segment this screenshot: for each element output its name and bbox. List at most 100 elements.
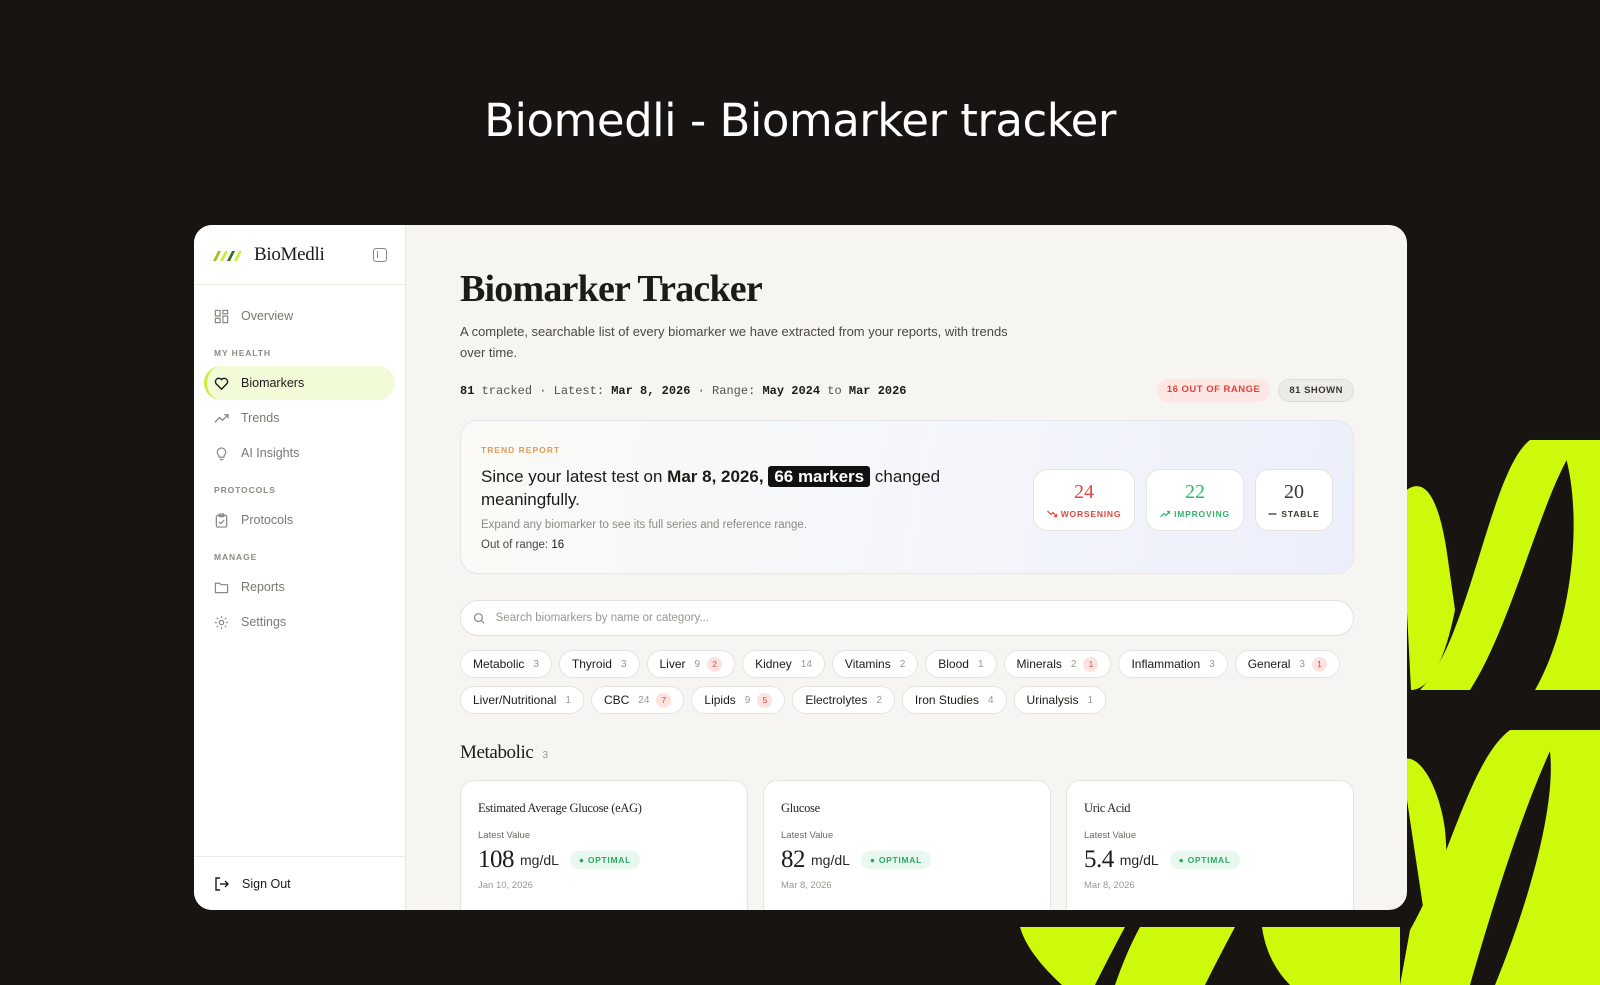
chip-label: Inflammation	[1131, 657, 1201, 671]
minus-icon	[1268, 513, 1277, 515]
shown-badge: 81 SHOWN	[1278, 379, 1354, 402]
category-chip[interactable]: Lipids 9 5	[691, 686, 786, 714]
sidebar-item-trends[interactable]: Trends	[204, 401, 395, 435]
trending-up-icon	[214, 413, 229, 423]
category-chip[interactable]: Liver/Nutritional 1	[460, 686, 584, 714]
chip-label: Minerals	[1016, 657, 1062, 671]
chip-count: 2	[899, 658, 906, 670]
section-header-metabolic: Metabolic 3	[460, 742, 1354, 764]
trend-date: Mar 8, 2026,	[667, 467, 764, 486]
category-chip[interactable]: Kidney 14	[742, 650, 825, 678]
category-chip[interactable]: Electrolytes 2	[792, 686, 895, 714]
category-chip[interactable]: Metabolic 3	[460, 650, 552, 678]
chip-count: 9	[744, 694, 751, 706]
chip-label: Vitamins	[844, 657, 891, 671]
chip-count: 14	[800, 658, 812, 670]
sidebar-item-reports[interactable]: Reports	[204, 570, 395, 604]
sign-out-button[interactable]: Sign Out	[194, 856, 405, 910]
chip-label: Lipids	[704, 693, 736, 707]
chip-label: CBC	[603, 693, 630, 707]
page-description: A complete, searchable list of every bio…	[460, 324, 1008, 360]
brand-logo-icon	[213, 250, 242, 261]
value-row: 5.4 mg/dL ● OPTIMAL	[1084, 846, 1336, 874]
sidebar-item-label: Trends	[241, 411, 280, 425]
search-bar[interactable]	[460, 600, 1354, 636]
page-headline: Biomedli - Biomarker tracker	[484, 94, 1116, 147]
clipboard-check-icon	[215, 512, 228, 528]
worsening-label: WORSENING	[1060, 509, 1122, 519]
chip-label: Kidney	[755, 657, 792, 671]
worsening-stat[interactable]: 24 WORSENING	[1033, 469, 1135, 531]
category-chip[interactable]: Blood 1	[925, 650, 997, 678]
latest-value-label: Latest Value	[478, 830, 531, 841]
biomarker-card[interactable]: Uric Acid Latest Value 5.4 mg/dL ● OPTIMAL Ma…	[1066, 780, 1354, 910]
sidebar-item-label: AI Insights	[241, 446, 300, 460]
out-of-range-label: Out of range:	[481, 539, 549, 551]
improving-count: 22	[1185, 481, 1205, 503]
trending-down-icon	[1046, 510, 1057, 518]
chip-out-of-range-count: 1	[1083, 656, 1099, 672]
trend-stats: 24 WORSENING 22 IMPROVING 20 STABLE	[1033, 469, 1333, 531]
biomarker-card[interactable]: Glucose Latest Value 82 mg/dL ● OPTIMAL Mar 8…	[763, 780, 1051, 910]
heart-icon	[214, 377, 229, 390]
chip-out-of-range-count: 2	[707, 656, 723, 672]
section-title: Metabolic	[460, 742, 534, 763]
biomarker-value: 5.4	[1084, 846, 1114, 873]
status-badge: ● OPTIMAL	[860, 851, 931, 869]
chip-count: 4	[987, 694, 994, 706]
trend-report-card: TREND REPORT Since your latest test on M…	[460, 420, 1354, 574]
stable-label: STABLE	[1281, 509, 1320, 519]
chip-out-of-range-count: 5	[757, 692, 773, 708]
category-chip[interactable]: Thyroid 3	[558, 650, 640, 678]
improving-label-row: IMPROVING	[1160, 509, 1230, 519]
status-badge: ● OPTIMAL	[1169, 851, 1240, 869]
chip-label: Blood	[938, 657, 969, 671]
category-filter-chips: Metabolic 3 Thyroid 3 Liver 9 2 Kidney 14 Vitamin…	[460, 650, 1340, 714]
category-chip[interactable]: Liver 9 2	[646, 650, 736, 678]
chip-out-of-range-count: 1	[1311, 656, 1327, 672]
range-to-label: to	[827, 383, 842, 398]
sidebar-collapse-icon[interactable]	[373, 247, 387, 262]
improving-stat[interactable]: 22 IMPROVING	[1146, 469, 1244, 531]
category-chip[interactable]: General 3 1	[1234, 650, 1340, 678]
section-count: 3	[542, 750, 548, 761]
category-chip[interactable]: Minerals 2 1	[1003, 650, 1112, 678]
sidebar-item-label: Biomarkers	[241, 376, 305, 390]
biomarker-name: Glucose	[781, 801, 820, 815]
worsening-count: 24	[1074, 481, 1094, 503]
trend-report-label: TREND REPORT	[481, 445, 561, 455]
sidebar-item-protocols[interactable]: Protocols	[204, 503, 395, 537]
app-window: BioMedli Overview MY HEALTH Biomarkers T…	[194, 225, 1407, 910]
sidebar-item-settings[interactable]: Settings	[204, 605, 395, 639]
category-chip[interactable]: Vitamins 2	[831, 650, 919, 678]
category-chip[interactable]: Urinalysis 1	[1013, 686, 1107, 714]
nav-section-my-health: MY HEALTH	[214, 348, 271, 358]
sidebar-item-label: Overview	[241, 309, 294, 323]
markers-changed-chip: 66 markers	[768, 466, 871, 487]
out-of-range-badge[interactable]: 16 OUT OF RANGE	[1156, 379, 1271, 402]
search-input[interactable]	[495, 612, 1341, 624]
chip-count: 1	[1087, 694, 1094, 706]
biomarker-card[interactable]: Estimated Average Glucose (eAG) Latest Va…	[460, 780, 748, 910]
chip-count: 2	[1070, 658, 1077, 670]
sidebar-item-label: Settings	[241, 615, 287, 629]
chip-label: Urinalysis	[1026, 693, 1079, 707]
range-label: · Range:	[697, 383, 756, 398]
category-chip[interactable]: CBC 24 7	[590, 686, 685, 714]
stable-stat[interactable]: 20 STABLE	[1255, 469, 1333, 531]
sidebar: BioMedli Overview MY HEALTH Biomarkers T…	[194, 225, 406, 910]
sidebar-item-overview[interactable]: Overview	[204, 299, 395, 333]
value-row: 82 mg/dL ● OPTIMAL	[781, 846, 1033, 874]
biomarker-date: Jan 10, 2026	[478, 880, 533, 891]
chip-label: Metabolic	[473, 657, 525, 671]
category-chip[interactable]: Inflammation 3	[1118, 650, 1228, 678]
sidebar-item-ai-insights[interactable]: AI Insights	[204, 436, 395, 470]
sidebar-item-biomarkers[interactable]: Biomarkers	[204, 366, 395, 400]
biomarker-name: Estimated Average Glucose (eAG)	[478, 801, 642, 815]
category-chip[interactable]: Iron Studies 4	[901, 686, 1007, 714]
biomarker-unit: mg/dL	[811, 852, 850, 868]
chip-label: Electrolytes	[805, 693, 868, 707]
stable-label-row: STABLE	[1268, 509, 1319, 519]
meta-row: 81 tracked · Latest: Mar 8, 2026 · Range…	[460, 379, 1354, 402]
chip-label: General	[1247, 657, 1291, 671]
